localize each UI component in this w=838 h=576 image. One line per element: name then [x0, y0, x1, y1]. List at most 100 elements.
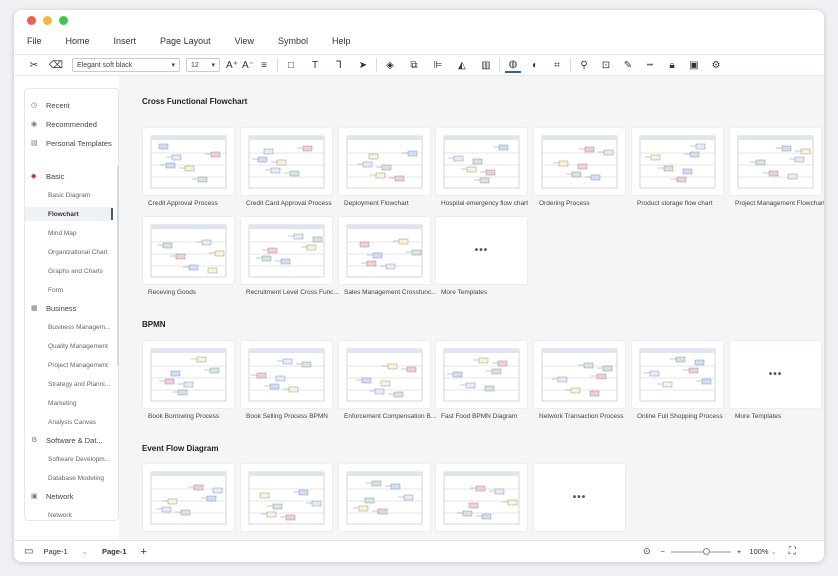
flip-icon[interactable]: ◭	[454, 57, 470, 73]
menu-file[interactable]: File	[27, 36, 42, 46]
template-label[interactable]: Credit Card Approval Process	[246, 200, 346, 207]
template-card[interactable]	[143, 464, 234, 531]
sidebar-category-basic[interactable]: ◆ Basic	[25, 169, 113, 183]
line-color-icon[interactable]: ✎	[620, 57, 636, 73]
zoom-slider-handle[interactable]	[702, 547, 710, 555]
distribute-icon[interactable]: ▥	[478, 57, 494, 73]
sidebar-item-recommended[interactable]: ◉ Recommended	[25, 117, 113, 131]
page-list-icon[interactable]: ▭	[24, 546, 33, 557]
fit-icon[interactable]: ▣	[686, 57, 702, 73]
minimize-window-button[interactable]	[43, 16, 52, 25]
font-family-select[interactable]: Elegant soft black ▾	[72, 58, 180, 72]
sidebar-item-network[interactable]: Network	[25, 508, 113, 520]
text-icon[interactable]: T	[307, 57, 323, 73]
template-label[interactable]: More Templates	[735, 413, 824, 420]
template-card[interactable]	[143, 128, 234, 195]
template-card[interactable]	[436, 128, 527, 195]
template-label[interactable]: Network Transaction Process	[539, 413, 639, 420]
find-replace-icon[interactable]: ⊡	[598, 57, 614, 73]
pointer-icon[interactable]: ➤	[355, 57, 371, 73]
sidebar-item-strategy-planning[interactable]: Strategy and Planni...	[25, 377, 113, 391]
align-icon[interactable]: ≡	[256, 57, 272, 73]
more-templates-card[interactable]: •••	[534, 464, 625, 531]
template-card[interactable]	[339, 464, 430, 531]
sidebar-category-software[interactable]: ⚙ Software & Dat...	[25, 433, 113, 447]
template-label[interactable]: Recruitment Level Cross Func...	[246, 289, 346, 296]
more-tools-icon[interactable]: ⚙	[708, 57, 724, 73]
template-label[interactable]: Book Selling Process BPMN	[246, 413, 346, 420]
more-templates-card[interactable]: •••	[436, 217, 527, 284]
menu-symbol[interactable]: Symbol	[278, 36, 308, 46]
template-card[interactable]	[436, 464, 527, 531]
close-window-button[interactable]	[27, 16, 36, 25]
lock-icon[interactable]: 🔒︎	[664, 57, 680, 73]
template-card[interactable]	[339, 217, 430, 284]
fullscreen-icon[interactable]: ⛶	[789, 546, 796, 557]
template-card[interactable]	[730, 128, 821, 195]
zoom-slider[interactable]	[670, 547, 731, 555]
shape-style-icon[interactable]: ◐	[527, 57, 543, 73]
template-label[interactable]: Hospital emergency flow chart	[441, 200, 541, 207]
play-icon[interactable]: ⊙	[643, 546, 651, 557]
template-card[interactable]	[534, 341, 625, 408]
zoom-level[interactable]: 100%	[749, 547, 768, 556]
template-card[interactable]	[241, 217, 332, 284]
template-label[interactable]: Fast Food BPMN Diagram	[441, 413, 541, 420]
more-templates-card[interactable]: •••	[730, 341, 821, 408]
group-icon[interactable]: ⧉	[406, 57, 422, 73]
template-card[interactable]	[143, 217, 234, 284]
sidebar-item-basic-diagram[interactable]: Basic Diagram	[25, 188, 113, 202]
sidebar-item-analysis-canvas[interactable]: Analysis Canvas	[25, 415, 113, 429]
decrease-font-icon[interactable]: A⁻	[240, 57, 256, 73]
template-label[interactable]: Enforcement Compensation B...	[344, 413, 444, 420]
font-size-select[interactable]: 12 ▾	[186, 58, 220, 72]
page-tab-select[interactable]: Page-1	[43, 547, 67, 556]
sidebar-item-recent[interactable]: ◷ Recent	[25, 98, 113, 112]
template-card[interactable]	[436, 341, 527, 408]
menu-view[interactable]: View	[235, 36, 254, 46]
template-card[interactable]	[339, 128, 430, 195]
sidebar-item-database-modeling[interactable]: Database Modeling	[25, 471, 113, 485]
template-label[interactable]: Book Borrowing Process	[148, 413, 248, 420]
maximize-window-button[interactable]	[59, 16, 68, 25]
sidebar-item-project-management[interactable]: Project Management	[25, 358, 113, 372]
fill-color-icon[interactable]: ◍	[505, 57, 521, 73]
template-label[interactable]: Online Full Shopping Process	[637, 413, 737, 420]
sidebar-category-business[interactable]: ▦ Business	[25, 301, 113, 315]
template-card[interactable]	[241, 464, 332, 531]
sidebar-item-personal-templates[interactable]: ▤ Personal Templates	[25, 136, 113, 150]
format-painter-icon[interactable]: ⌫	[48, 57, 64, 73]
template-label[interactable]: Product storage flow chart	[637, 200, 737, 207]
connector-icon[interactable]: ⅂	[331, 57, 347, 73]
sidebar-category-network[interactable]: ▣ Network	[25, 489, 113, 503]
sidebar-item-marketing[interactable]: Marketing	[25, 396, 113, 410]
chevron-down-icon[interactable]: ⌄	[771, 547, 777, 556]
sidebar-item-graphs-charts[interactable]: Graphs and Charts	[25, 264, 113, 278]
add-page-icon[interactable]: +	[141, 546, 147, 558]
line-style-icon[interactable]: ┅	[642, 57, 658, 73]
active-page-tab[interactable]: Page-1	[102, 547, 127, 556]
sidebar-item-org-chart[interactable]: Organizational Chart	[25, 245, 113, 259]
menu-home[interactable]: Home	[66, 36, 90, 46]
rectangle-icon[interactable]: □	[283, 57, 299, 73]
sidebar-item-flowchart[interactable]: Flowchart	[25, 207, 113, 221]
template-label[interactable]: Ordering Process	[539, 200, 639, 207]
template-card[interactable]	[241, 341, 332, 408]
menu-page-layout[interactable]: Page Layout	[160, 36, 211, 46]
sidebar-item-mind-map[interactable]: Mind Map	[25, 226, 113, 240]
crop-icon[interactable]: ⌗	[549, 57, 565, 73]
template-card[interactable]	[534, 128, 625, 195]
menu-help[interactable]: Help	[332, 36, 351, 46]
chevron-down-icon[interactable]: ⌄	[82, 547, 88, 556]
template-card[interactable]	[241, 128, 332, 195]
template-label[interactable]: Sales Management Crossfunc...	[344, 289, 444, 296]
search-icon[interactable]: ⚲	[576, 57, 592, 73]
sidebar-item-business-management[interactable]: Business Managem...	[25, 320, 113, 334]
template-card[interactable]	[339, 341, 430, 408]
template-label[interactable]: More Templates	[441, 289, 541, 296]
template-label[interactable]: Deployment Flowchart	[344, 200, 444, 207]
template-card[interactable]	[632, 128, 723, 195]
align-left-icon[interactable]: ⊫	[430, 57, 446, 73]
menu-insert[interactable]: Insert	[114, 36, 137, 46]
template-label[interactable]: Project Management Flowchart	[735, 200, 824, 207]
